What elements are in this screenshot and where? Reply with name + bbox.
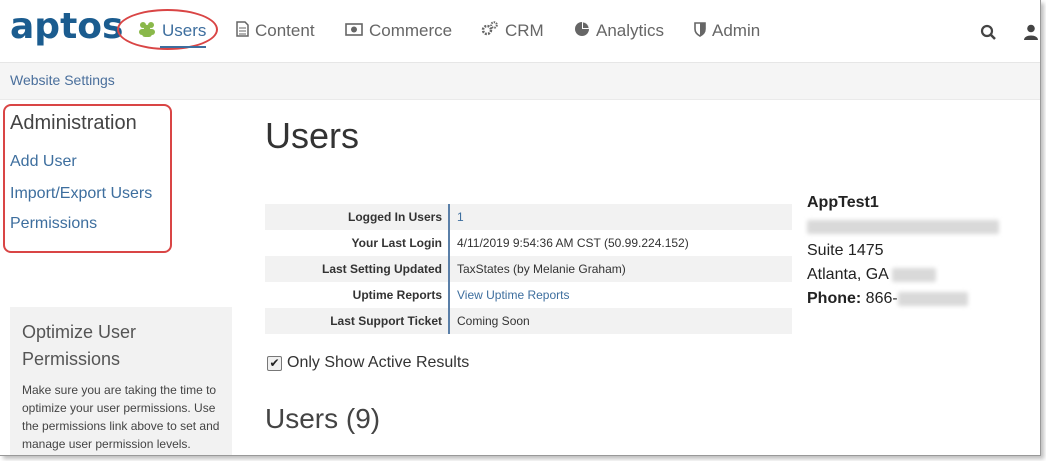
nav-content[interactable]: Content [236, 20, 315, 42]
nav-users-label: Users [162, 21, 207, 40]
info-value: 4/11/2019 9:54:36 AM CST (50.99.224.152) [457, 236, 689, 250]
aptos-logo[interactable]: aptos [10, 6, 123, 47]
table-row: Logged In Users 1 [265, 204, 792, 230]
search-icon[interactable] [980, 24, 997, 46]
active-underline [160, 46, 207, 48]
sidebar-title: Administration [10, 112, 137, 134]
nav-commerce-label: Commerce [369, 21, 453, 40]
info-value: Coming Soon [449, 308, 792, 334]
nav-commerce[interactable]: Commerce [345, 20, 452, 42]
top-nav: aptos Users Content Commerce CRM Analyti… [0, 0, 1040, 63]
address-name: AppTest1 [807, 194, 879, 211]
sidebar-link-permissions[interactable]: Permissions [10, 215, 97, 233]
info-label: Uptime Reports [265, 282, 450, 308]
user-icon[interactable] [1024, 24, 1038, 45]
address-suite: Suite 1475 [807, 242, 884, 259]
breadcrumb: Website Settings [0, 63, 1040, 100]
nav-analytics-label: Analytics [596, 21, 665, 40]
page-title: Users [265, 115, 360, 156]
pie-chart-icon [574, 21, 590, 41]
redacted-zip [892, 267, 937, 282]
address-city: Atlanta, GA [807, 266, 888, 283]
uptime-reports-link[interactable]: View Uptime Reports [457, 288, 570, 302]
info-label: Your Last Login [265, 230, 450, 256]
nav-analytics[interactable]: Analytics [574, 20, 664, 42]
info-label: Last Support Ticket [265, 308, 450, 334]
sidebar-link-import-export[interactable]: Import/Export Users [10, 185, 152, 203]
logged-in-users-link[interactable]: 1 [457, 210, 464, 224]
table-row: Uptime Reports View Uptime Reports [265, 282, 792, 308]
address-block: AppTest1 Suite 1475 Atlanta, GA Phone: 8… [807, 191, 999, 311]
nav-content-label: Content [255, 21, 315, 40]
tip-title: Optimize User Permissions [22, 322, 137, 369]
nav-crm[interactable]: CRM [481, 20, 544, 42]
shield-icon [694, 21, 706, 41]
checkbox-checked-icon[interactable]: ✔ [267, 355, 282, 371]
nav-users[interactable]: Users [138, 20, 207, 48]
sidebar-link-add-user[interactable]: Add User [10, 153, 77, 171]
money-icon [345, 22, 363, 40]
table-row: Last Setting Updated TaxStates (by Melan… [265, 256, 792, 282]
redacted-phone [897, 291, 968, 306]
info-value: TaxStates (by Melanie Graham) [449, 256, 792, 282]
table-row: Last Support Ticket Coming Soon [265, 308, 792, 334]
users-icon [138, 21, 156, 42]
phone-label: Phone: [807, 290, 862, 307]
table-row: Your Last Login 4/11/2019 9:54:36 AM CST… [265, 230, 792, 256]
tip-panel: Optimize User Permissions Make sure you … [10, 307, 232, 455]
users-count-heading: Users (9) [265, 403, 381, 434]
redacted-street [807, 219, 999, 234]
breadcrumb-website-settings[interactable]: Website Settings [10, 72, 115, 88]
document-icon [236, 21, 249, 41]
tip-body: Make sure you are taking the time to opt… [22, 383, 220, 451]
app-window: aptos Users Content Commerce CRM Analyti… [0, 0, 1041, 456]
info-table: Logged In Users 1 Your Last Login 4/11/2… [265, 204, 792, 334]
info-label: Logged In Users [265, 204, 450, 230]
nav-admin-label: Admin [712, 21, 761, 40]
nav-admin[interactable]: Admin [694, 20, 760, 42]
phone-prefix: 866- [865, 290, 898, 307]
gears-icon [481, 21, 499, 41]
active-results-checkbox[interactable]: ✔ Only Show Active Results [267, 354, 469, 372]
active-results-label: Only Show Active Results [287, 354, 470, 371]
info-label: Last Setting Updated [265, 256, 450, 282]
nav-crm-label: CRM [505, 21, 544, 40]
